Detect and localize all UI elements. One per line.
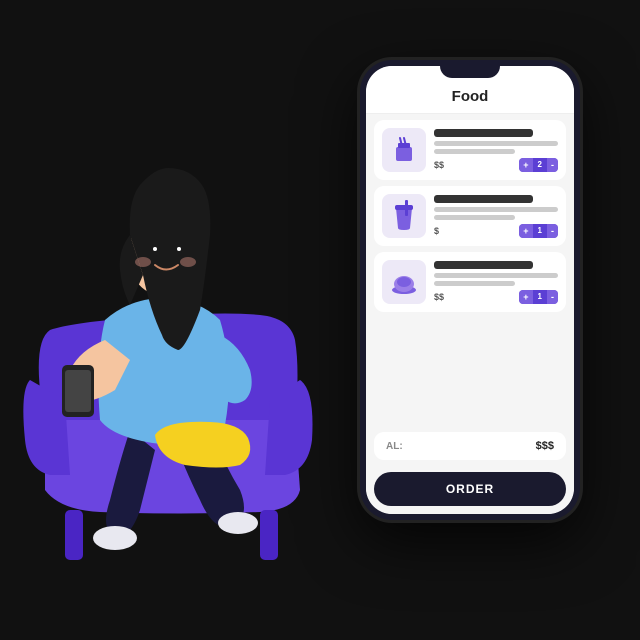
food-name-bar-1 [434, 129, 533, 137]
qty-control-1[interactable]: + 2 - [519, 158, 558, 172]
qty-plus-1[interactable]: + [519, 158, 532, 172]
food-desc-bar-3a [434, 273, 558, 278]
food-details-3: $$ + 1 - [434, 261, 558, 304]
qty-value-2: 1 [533, 224, 547, 237]
scene: Food [0, 0, 640, 640]
food-details-2: $ + 1 - [434, 195, 558, 238]
phone-notch [440, 60, 500, 78]
qty-value-3: 1 [533, 290, 547, 303]
food-desc-bar-1a [434, 141, 558, 146]
qty-minus-3[interactable]: - [547, 290, 558, 304]
qty-minus-2[interactable]: - [547, 224, 558, 238]
food-bottom-1: $$ + 2 - [434, 158, 558, 172]
food-details-1: $$ + 2 - [434, 129, 558, 172]
qty-plus-2[interactable]: + [519, 224, 532, 238]
food-name-bar-2 [434, 195, 533, 203]
food-desc-bar-3b [434, 281, 515, 286]
qty-value-1: 2 [533, 158, 547, 171]
food-price-2: $ [434, 226, 439, 236]
food-desc-bar-1b [434, 149, 515, 154]
food-desc-bar-2a [434, 207, 558, 212]
person-illustration [0, 80, 420, 640]
qty-control-2[interactable]: + 1 - [519, 224, 558, 238]
food-name-bar-3 [434, 261, 533, 269]
qty-minus-1[interactable]: - [547, 158, 558, 172]
food-price-3: $$ [434, 292, 444, 302]
total-value: $$$ [536, 440, 554, 452]
qty-control-3[interactable]: + 1 - [519, 290, 558, 304]
food-bottom-2: $ + 1 - [434, 224, 558, 238]
food-desc-bar-2b [434, 215, 515, 220]
qty-plus-3[interactable]: + [519, 290, 532, 304]
food-bottom-3: $$ + 1 - [434, 290, 558, 304]
food-price-1: $$ [434, 160, 444, 170]
